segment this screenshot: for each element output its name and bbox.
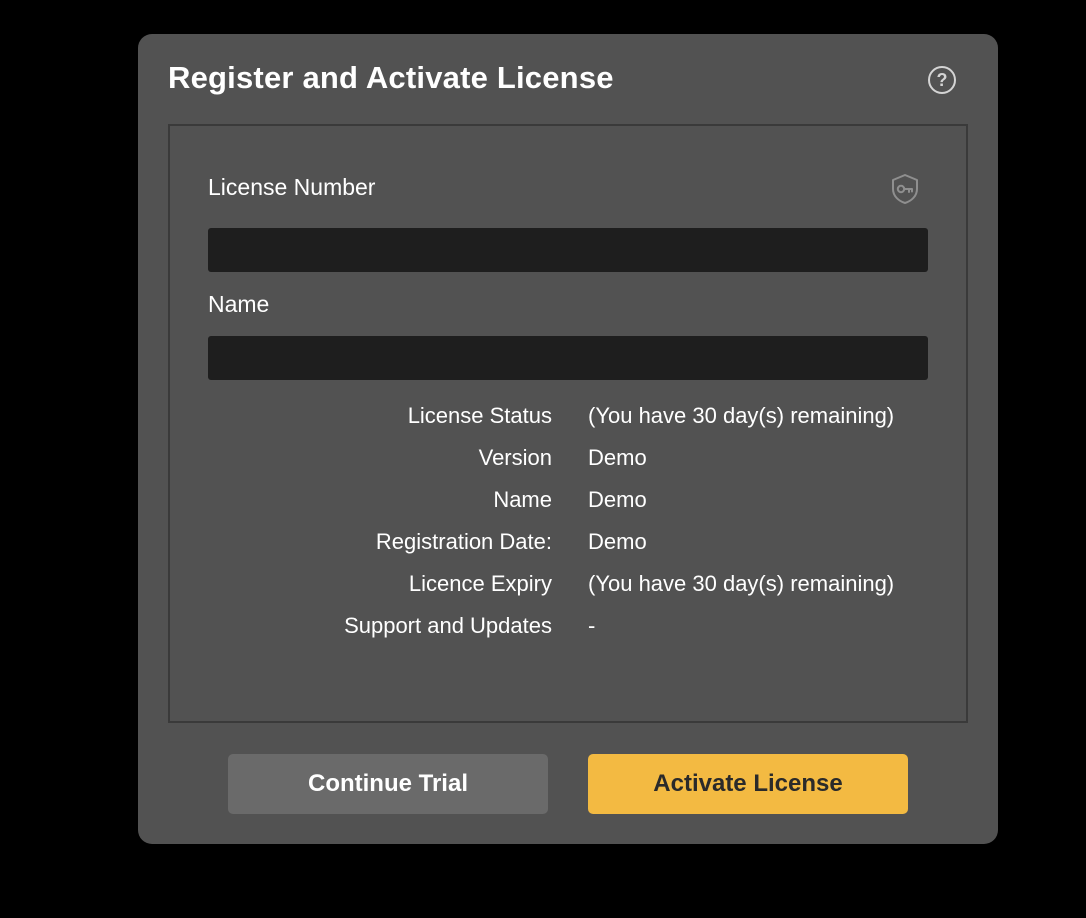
- activate-license-button[interactable]: Activate License: [588, 754, 908, 814]
- info-key: Registration Date:: [375, 529, 552, 554]
- info-row-license-status: License Status (You have 30 day(s) remai…: [170, 403, 970, 433]
- info-key: Support and Updates: [344, 613, 552, 638]
- help-glyph: ?: [936, 69, 948, 90]
- name-label: Name: [208, 291, 270, 317]
- info-key: Name: [493, 487, 552, 512]
- continue-trial-label: Continue Trial: [307, 770, 468, 797]
- license-number-input[interactable]: [208, 228, 928, 272]
- info-value: Demo: [588, 529, 647, 554]
- dialog-title: Register and Activate License: [168, 60, 614, 95]
- activate-license-label: Activate License: [653, 770, 843, 797]
- register-license-dialog: Register and Activate License ? License …: [138, 34, 998, 844]
- help-icon[interactable]: ?: [928, 66, 956, 94]
- info-row-name: Name Demo: [170, 487, 970, 517]
- info-value: Demo: [588, 487, 647, 512]
- info-value: -: [588, 613, 596, 638]
- info-row-licence-expiry: Licence Expiry (You have 30 day(s) remai…: [170, 571, 970, 601]
- info-value: (You have 30 day(s) remaining): [588, 571, 895, 596]
- info-key: License Status: [407, 403, 552, 428]
- license-panel: License Number Name License Status (You …: [168, 124, 968, 723]
- info-key: Licence Expiry: [408, 571, 552, 596]
- license-number-label: License Number: [208, 174, 376, 200]
- info-row-registration-date: Registration Date: Demo: [170, 529, 970, 559]
- name-input[interactable]: [208, 336, 928, 380]
- info-row-support-updates: Support and Updates -: [170, 613, 970, 643]
- info-value: Demo: [588, 445, 647, 470]
- info-row-version: Version Demo: [170, 445, 970, 475]
- continue-trial-button[interactable]: Continue Trial: [228, 754, 548, 814]
- shield-key-icon[interactable]: [888, 172, 922, 206]
- info-value: (You have 30 day(s) remaining): [588, 403, 895, 428]
- info-key: Version: [478, 445, 552, 470]
